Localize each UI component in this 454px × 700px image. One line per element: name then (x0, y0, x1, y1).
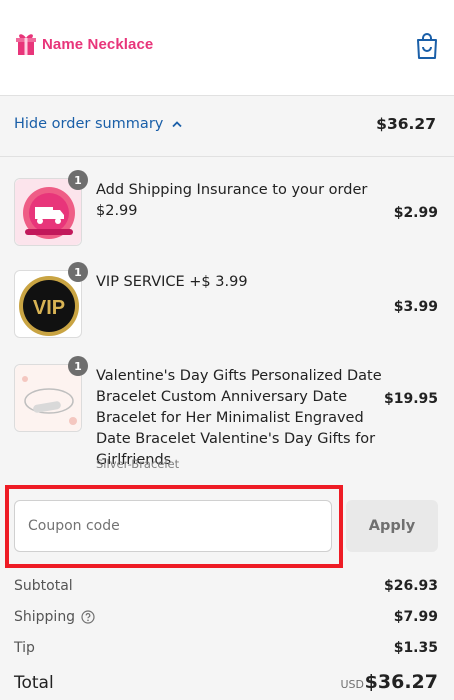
product-thumbnail: 1 (14, 170, 88, 246)
quantity-badge: 1 (68, 262, 88, 282)
hide-order-summary-link[interactable]: Hide order summary (14, 116, 183, 132)
item-title: VIP SERVICE +$ 3.99 (96, 274, 248, 290)
svg-text:VIP: VIP (33, 297, 65, 319)
highlight-annotation (5, 485, 343, 568)
shipping-row: Shipping $7.99 (14, 609, 438, 629)
item-price: $2.99 (393, 205, 438, 221)
gift-box-icon (16, 34, 36, 55)
item-title: Valentine's Day Gifts Personalized Date … (96, 368, 382, 468)
quantity-badge: 1 (68, 356, 88, 376)
total-value: $36.27 (364, 671, 438, 693)
order-summary-toggle[interactable]: Hide order summary $36.27 (0, 95, 454, 157)
product-thumbnail: VIP 1 (14, 262, 88, 338)
subtotal-row: Subtotal $26.93 (14, 578, 438, 598)
total-row: Total USD $36.27 (14, 671, 438, 699)
shipping-insurance-image (15, 179, 81, 245)
line-item: VIP 1 VIP SERVICE +$ 3.99 $3.99 (14, 262, 438, 340)
brand-logo[interactable]: Name Necklace (14, 31, 153, 57)
currency-code: USD (340, 678, 364, 691)
line-item: 1 Valentine's Day Gifts Personalized Dat… (14, 356, 438, 474)
question-circle-icon[interactable] (81, 610, 95, 624)
tip-value: $1.35 (393, 640, 438, 656)
chevron-up-icon (172, 121, 183, 128)
item-variant: Silver-Bracelet (96, 457, 180, 471)
tip-row: Tip $1.35 (14, 640, 438, 660)
quantity-badge: 1 (68, 170, 88, 190)
subtotal-value: $26.93 (383, 578, 438, 594)
shopping-bag-icon[interactable] (414, 32, 440, 60)
bracelet-image (15, 365, 81, 431)
product-thumbnail: 1 (14, 356, 88, 432)
item-title: Add Shipping Insurance to your order $2.… (96, 182, 368, 219)
shipping-label-group: Shipping (14, 609, 95, 625)
total-label: Total (14, 673, 54, 693)
item-price: $3.99 (393, 299, 438, 315)
shipping-label: Shipping (14, 609, 76, 625)
shipping-value: $7.99 (393, 609, 438, 625)
toggle-label-text: Hide order summary (14, 116, 164, 132)
apply-coupon-button[interactable]: Apply (346, 500, 438, 552)
item-price: $19.95 (383, 391, 438, 407)
brand-name: Name Necklace (42, 35, 154, 53)
subtotal-label: Subtotal (14, 578, 73, 594)
summary-total: $36.27 (376, 115, 436, 133)
vip-badge-image: VIP (15, 271, 81, 337)
tip-label: Tip (14, 640, 35, 656)
header: Name Necklace (0, 0, 454, 95)
line-item: 1 Add Shipping Insurance to your order $… (14, 170, 438, 248)
